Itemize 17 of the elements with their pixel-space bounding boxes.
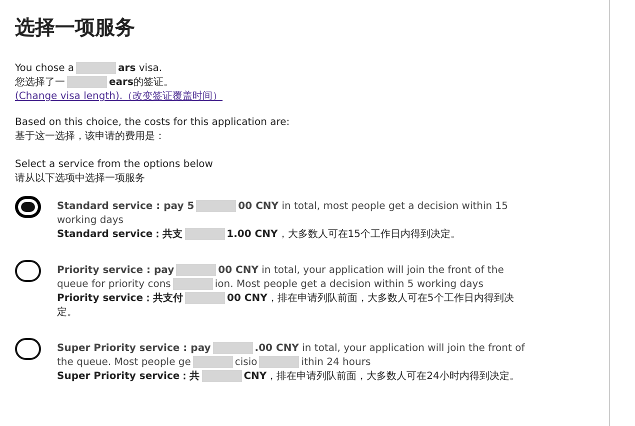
prompt-text: 请从以下选项中选择一项服务: [15, 172, 146, 186]
prompt-text: Select a service from the options below: [15, 158, 214, 172]
radio-button[interactable]: [15, 196, 41, 218]
service-description: Super Priority service : pay .00 CNY in total, your application will join the front of the queue. Most people ge cisio ithin 24 hours: [57, 342, 526, 370]
service-description: Standard service : pay 5 00 CNY in total, most people get a decision within 15 working days: [57, 200, 510, 228]
radio-button[interactable]: [15, 260, 41, 282]
choice-text: You chose a ars visa.: [15, 62, 164, 76]
radio-button[interactable]: [15, 338, 41, 360]
cost-text: Based on this choice, the costs for this application are:: [15, 116, 291, 130]
service-description: Super Priority service：共 CNY，排在申请列队前面，大多数人可在24小时内得到决定。: [57, 370, 520, 384]
service-description: Priority service : pay 00 CNY in total, your application will join the front of the queue for priority cons ion. Most people get a decision within 5 working days: [57, 264, 505, 292]
service-description: Priority service：共支付 00 CNY，排在申请列队前面，大多数人可在5个工作日内得到决定。: [57, 292, 515, 320]
page-title: 选择一项服务: [15, 14, 136, 41]
choice-text: 您选择了一 ears的签证。: [15, 76, 174, 90]
change-visa-link[interactable]: (Change visa length).（改变签证覆盖时间）: [15, 91, 223, 102]
service-description: Standard service：共支 1.00 CNY，大多数人可在15个工作日内得到决定。: [57, 228, 462, 242]
cost-text: 基于这一选择，该申请的费用是：: [15, 130, 166, 144]
